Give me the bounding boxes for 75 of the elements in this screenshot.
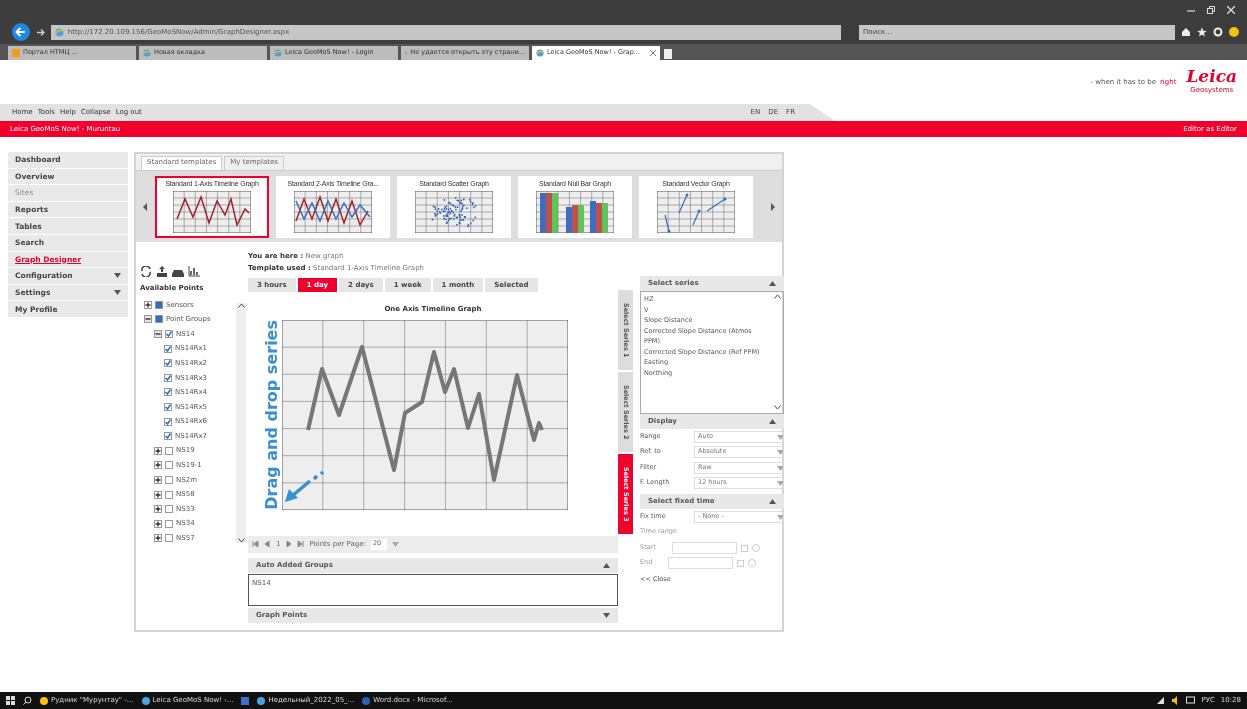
dropdown-icon [777, 513, 783, 520]
expand-icon[interactable] [144, 300, 152, 309]
prev-page-icon[interactable] [264, 541, 271, 547]
search-icon[interactable] [23, 696, 32, 705]
checkbox[interactable] [165, 475, 173, 484]
checkbox[interactable] [164, 402, 172, 411]
smiley-icon[interactable] [1229, 27, 1239, 37]
scroll-down-icon[interactable] [774, 405, 781, 410]
checkbox[interactable] [164, 388, 172, 397]
checkbox[interactable] [165, 519, 173, 528]
logo: Leica [1186, 68, 1237, 86]
expand-icon[interactable] [154, 475, 162, 484]
app-icon [362, 696, 371, 705]
checkbox[interactable] [164, 359, 172, 368]
checkbox[interactable] [165, 505, 173, 514]
scroll-right-icon[interactable] [770, 202, 776, 211]
checkbox[interactable] [155, 300, 163, 309]
caret-icon[interactable] [114, 272, 121, 280]
next-page-icon[interactable] [285, 541, 293, 547]
dropdown-icon [777, 464, 783, 471]
scroll-down-icon[interactable] [237, 537, 245, 543]
checkbox[interactable] [165, 490, 173, 499]
settings-icon[interactable] [1213, 27, 1224, 37]
checkbox[interactable] [165, 461, 173, 470]
expand-icon[interactable] [603, 611, 610, 619]
home-icon[interactable] [1181, 27, 1192, 37]
checkbox[interactable] [164, 344, 172, 353]
collapse-icon[interactable] [154, 330, 162, 338]
expand-icon[interactable] [154, 461, 162, 470]
scroll-up-icon[interactable] [237, 302, 245, 308]
checkbox[interactable] [165, 534, 173, 543]
star-icon[interactable] [1197, 27, 1208, 37]
checkbox[interactable] [164, 417, 172, 426]
app-icon [141, 696, 150, 705]
expand-icon[interactable] [154, 519, 162, 528]
chart-icon[interactable] [188, 266, 200, 277]
windows-icon[interactable] [6, 696, 15, 705]
expand-icon[interactable] [154, 505, 162, 514]
scrollbar[interactable] [773, 294, 782, 410]
caret-icon[interactable] [114, 289, 121, 297]
checkbox[interactable] [164, 373, 172, 382]
scroll-up-icon[interactable] [774, 294, 781, 299]
app-icon [40, 696, 48, 705]
expand-icon[interactable] [154, 534, 162, 543]
collapse-icon[interactable] [144, 315, 152, 324]
scrollbar[interactable] [236, 302, 246, 543]
network-icon[interactable] [1156, 696, 1166, 705]
upload-icon[interactable] [156, 266, 168, 277]
expand-icon[interactable] [154, 446, 162, 455]
checkbox[interactable] [155, 315, 163, 324]
drag-hint: Drag and drop series [264, 319, 280, 510]
collapse-icon[interactable] [769, 280, 776, 287]
last-page-icon[interactable] [297, 541, 305, 547]
date-field [668, 557, 734, 570]
checkbox[interactable] [164, 432, 172, 441]
dropdown-icon [777, 480, 783, 487]
collapse-icon[interactable] [769, 498, 776, 505]
collapse-icon[interactable] [769, 418, 776, 425]
display-icon[interactable] [1186, 696, 1196, 705]
restore-icon[interactable] [1207, 6, 1215, 14]
first-page-icon[interactable] [252, 541, 259, 547]
date-field [671, 541, 737, 554]
expand-icon[interactable] [154, 490, 162, 499]
forward-icon[interactable] [35, 27, 45, 37]
collapse-icon[interactable] [603, 561, 610, 569]
checkbox[interactable] [165, 446, 173, 455]
new-tab-icon[interactable] [663, 48, 673, 60]
refresh-icon[interactable] [140, 266, 152, 277]
checkbox[interactable] [165, 330, 173, 338]
close-icon[interactable] [650, 50, 656, 56]
dropdown-icon [777, 449, 783, 456]
dropdown-icon [777, 433, 783, 440]
scroll-left-icon[interactable] [142, 202, 148, 211]
back-button[interactable] [12, 23, 30, 41]
arrow-icon [283, 469, 325, 504]
